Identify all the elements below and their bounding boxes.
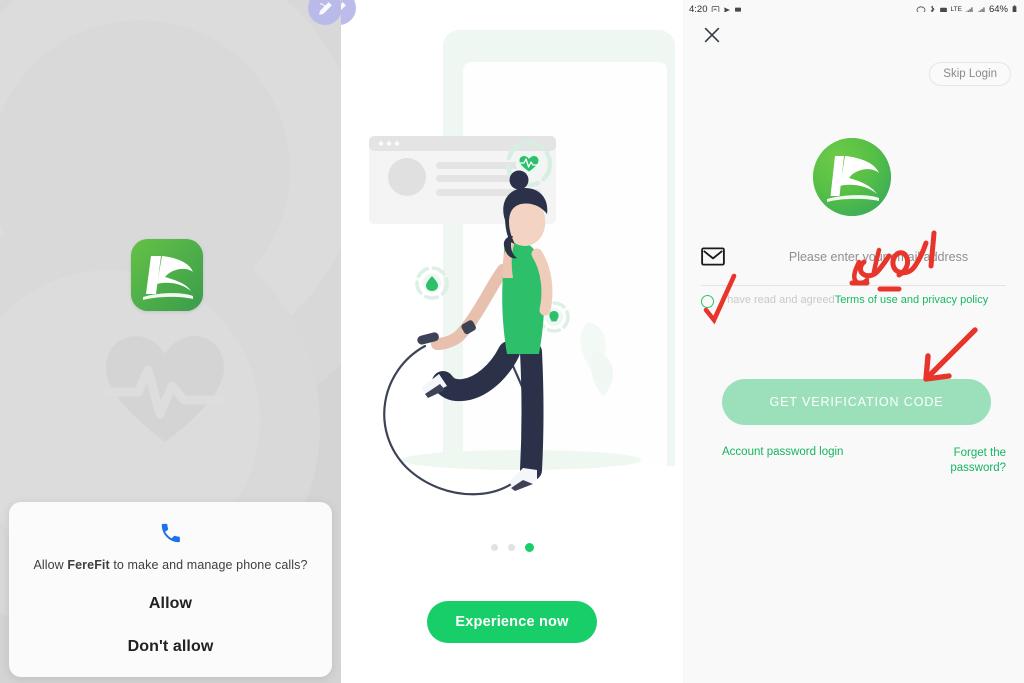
permission-message-suffix: to make and manage phone calls? — [109, 558, 308, 572]
close-x-icon[interactable] — [701, 24, 723, 46]
water-drop-ring-icon — [415, 266, 449, 300]
app-logo-k-round-icon — [813, 138, 891, 216]
red-arrow-to-verification-button — [923, 327, 978, 382]
account-password-login-link[interactable]: Account password login — [722, 446, 843, 458]
phone-handset-icon — [161, 523, 180, 543]
onboarding-pager — [341, 543, 683, 552]
bluetooth-icon — [930, 5, 935, 12]
heart-pulse-watermark-icon — [100, 336, 230, 442]
app-logo-k-icon — [131, 239, 203, 311]
terms-prefix: I have read and agreed — [721, 294, 835, 306]
panel-login: 4:20 LTE 64% Skip Login Please enter you… — [683, 0, 1024, 683]
email-input-underline — [701, 285, 1006, 286]
signal-bars-icon — [965, 6, 973, 12]
skip-login-button[interactable]: Skip Login — [929, 62, 1011, 86]
terms-agreement-row: I have read and agreedTerms of use and p… — [701, 293, 1006, 308]
email-input[interactable] — [751, 249, 1006, 264]
dont-allow-button[interactable]: Don't allow — [128, 638, 214, 656]
experience-now-button[interactable]: Experience now — [427, 601, 597, 643]
chat-icon — [734, 7, 741, 12]
app-name: FereFit — [67, 558, 110, 572]
send-icon — [723, 6, 730, 12]
permission-message: Allow FereFit to make and manage phone c… — [33, 558, 307, 572]
panel-permission-dialog: Allow FereFit to make and manage phone c… — [0, 0, 341, 683]
allow-button[interactable]: Allow — [149, 595, 192, 613]
wifi-icon — [939, 7, 947, 12]
pager-dot-2[interactable] — [507, 544, 515, 551]
email-input-row — [701, 247, 1006, 266]
annotation-overlay — [703, 230, 978, 382]
status-time: 4:20 — [689, 4, 708, 12]
network-label: LTE — [950, 6, 962, 12]
pager-dot-1[interactable] — [490, 544, 498, 551]
pager-dot-3-active[interactable] — [524, 543, 534, 552]
permission-message-prefix: Allow — [33, 558, 68, 572]
woman-jumping-rope-illustration — [369, 30, 675, 496]
signal-lte-icon — [977, 6, 985, 12]
battery-percent: 64% — [988, 4, 1008, 12]
permission-dialog: Allow FereFit to make and manage phone c… — [9, 502, 332, 677]
pencil-edit-icon — [318, 1, 332, 15]
status-bar: 4:20 LTE 64% — [683, 0, 1024, 12]
forget-password-link[interactable]: Forget the password? — [934, 446, 1006, 476]
get-verification-code-button[interactable]: GET VERIFICATION CODE — [722, 379, 991, 425]
terms-of-use-link[interactable]: Terms of use and privacy policy — [835, 294, 988, 306]
panel-onboarding: Experience now — [341, 0, 683, 683]
terms-checkbox[interactable] — [701, 295, 714, 308]
battery-icon — [1012, 5, 1017, 12]
screenshot-icon — [711, 6, 719, 12]
vpn-icon — [916, 5, 925, 12]
terms-text: I have read and agreedTerms of use and p… — [721, 293, 988, 308]
pencil-edit-icon — [341, 1, 346, 10]
envelope-icon — [701, 247, 725, 266]
